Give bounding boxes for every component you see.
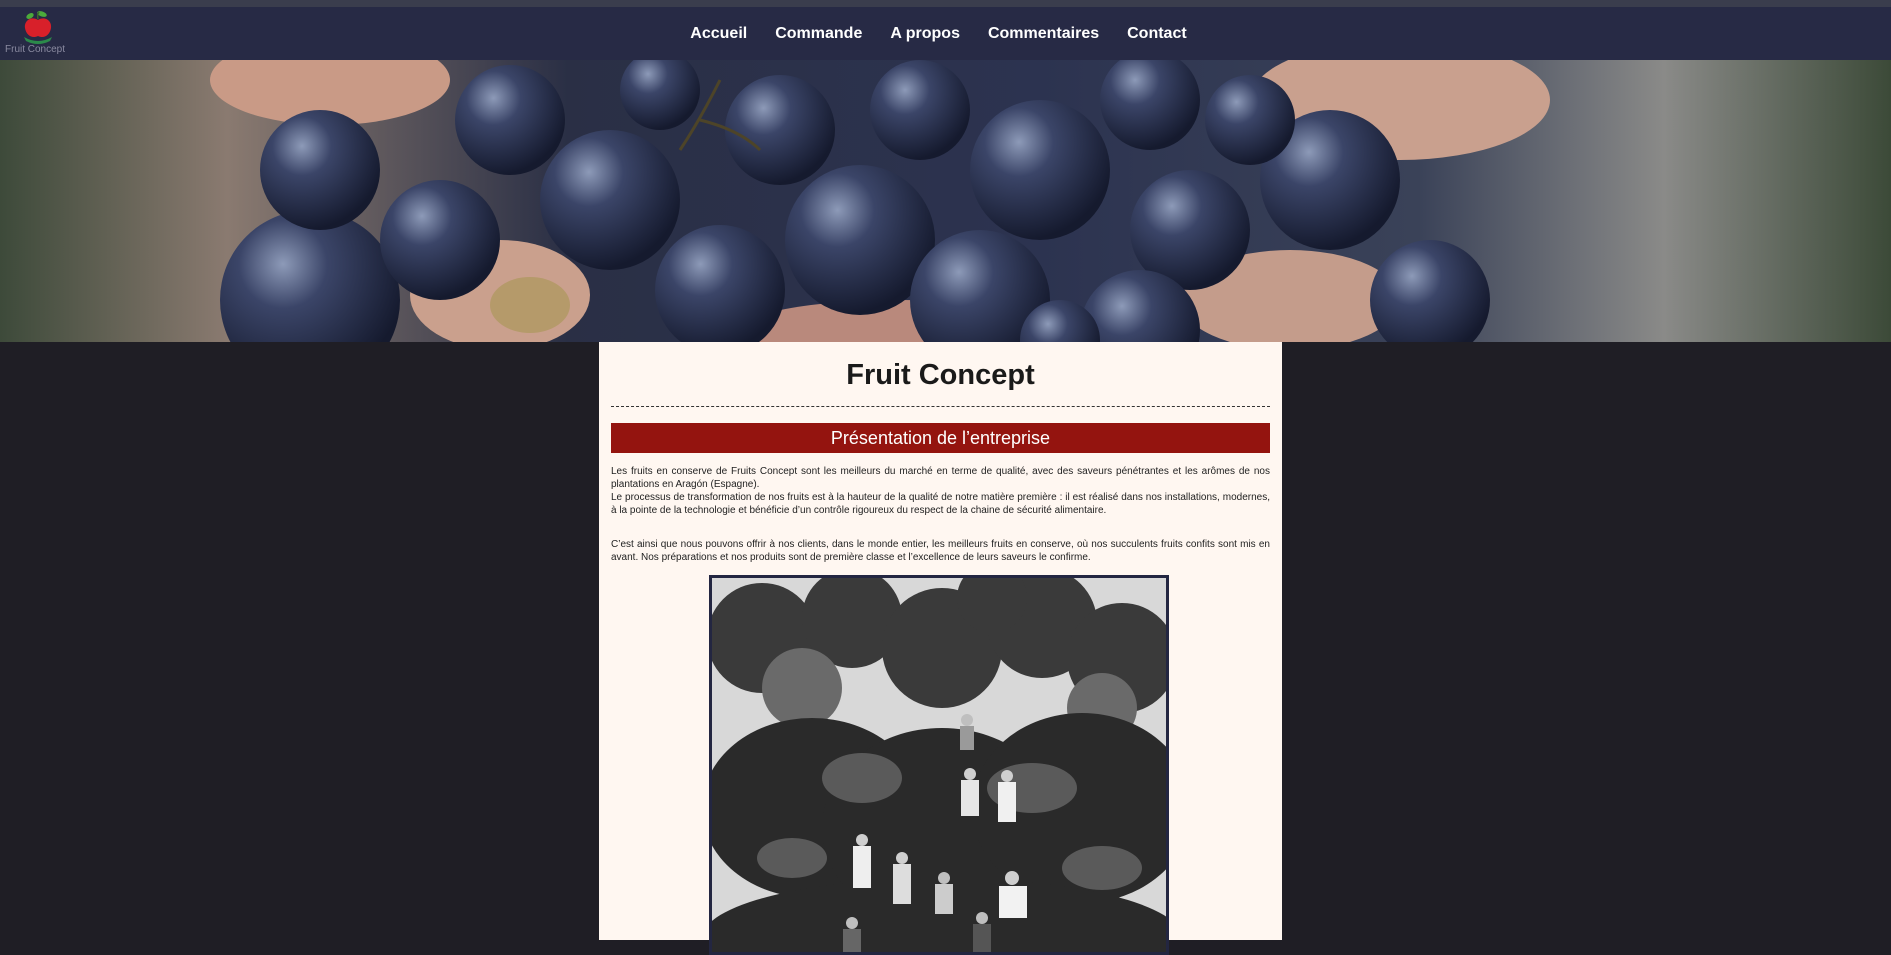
browser-top-strip: [0, 0, 1891, 7]
intro-paragraph: Les fruits en conserve de Fruits Concept…: [611, 466, 1270, 490]
navbar: Fruit Concept Accueil Commande A propos …: [0, 7, 1891, 60]
orchard-workers-image: [712, 578, 1166, 952]
hero-image-grapes: [0, 60, 1891, 342]
offer-paragraph: C’est ainsi que nous pouvons offrir à no…: [611, 539, 1270, 563]
grapes-illustration: [210, 60, 1550, 342]
nav-contact[interactable]: Contact: [1127, 25, 1187, 43]
main-nav: Accueil Commande A propos Commentaires C…: [0, 7, 1891, 60]
nav-commentaires[interactable]: Commentaires: [988, 25, 1099, 43]
nav-accueil[interactable]: Accueil: [690, 25, 747, 43]
nav-commande[interactable]: Commande: [775, 25, 862, 43]
page-title: Fruit Concept: [846, 359, 1035, 391]
section-header: Présentation de l’entreprise: [611, 423, 1270, 453]
title-divider: [611, 406, 1270, 407]
main-content: Fruit Concept Présentation de l’entrepri…: [599, 342, 1282, 955]
process-paragraph: Le processus de transformation de nos fr…: [611, 492, 1270, 516]
historic-orchard-photo: [709, 575, 1169, 955]
nav-a-propos[interactable]: A propos: [890, 25, 960, 43]
